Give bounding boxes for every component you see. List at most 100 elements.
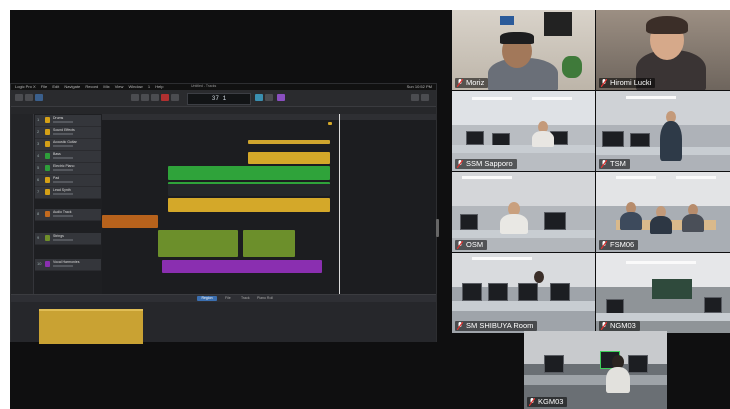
timeline-ruler[interactable] xyxy=(102,114,436,120)
participant-name: OSM xyxy=(466,240,484,249)
library-button[interactable] xyxy=(15,94,23,101)
forward-button[interactable] xyxy=(141,94,149,101)
inspector-button[interactable] xyxy=(25,94,33,101)
record-button[interactable] xyxy=(161,94,169,101)
tab-piano-roll[interactable]: Piano Roll xyxy=(257,296,273,301)
participant-tile[interactable]: Moriz xyxy=(452,10,595,90)
play-button[interactable] xyxy=(171,94,179,101)
track-number: 10 xyxy=(37,261,42,266)
track-header[interactable]: 4 Bass xyxy=(35,151,101,163)
track-number: 8 xyxy=(37,211,40,216)
audio-region[interactable] xyxy=(243,230,295,257)
menu-item[interactable]: Window xyxy=(128,84,142,89)
midi-region[interactable] xyxy=(168,166,330,180)
tracks-header-bar xyxy=(11,107,436,114)
menu-item[interactable]: Logic Pro X xyxy=(15,84,36,89)
participant-nameplate: FSM06 xyxy=(599,240,639,250)
lcd-display: 37 1 xyxy=(187,93,251,105)
monitor xyxy=(602,131,624,147)
audio-region[interactable] xyxy=(158,230,238,257)
monitor xyxy=(462,283,482,301)
track-controls[interactable] xyxy=(53,265,73,267)
menu-item[interactable]: Help xyxy=(155,84,163,89)
participant-tile[interactable]: OSM xyxy=(452,172,595,252)
tab-track[interactable]: Track xyxy=(241,296,250,301)
track-header[interactable]: 6 Pad xyxy=(35,175,101,187)
participant-name: Hiromi Lucki xyxy=(610,78,652,87)
participant-name: FSM06 xyxy=(610,240,635,249)
stop-button[interactable] xyxy=(151,94,159,101)
midi-region[interactable] xyxy=(168,182,330,196)
mic-muted-icon xyxy=(601,79,607,87)
track-number: 1 xyxy=(37,117,40,122)
menu-item[interactable]: Navigate xyxy=(64,84,80,89)
track-header[interactable]: 3 Acoustic Guitar xyxy=(35,139,101,151)
track-color xyxy=(45,261,50,267)
track-controls[interactable] xyxy=(53,133,73,135)
monitor xyxy=(544,355,564,373)
monitor xyxy=(460,214,478,230)
track-controls[interactable] xyxy=(53,169,73,171)
ceiling-light xyxy=(626,261,696,264)
wall-picture xyxy=(500,16,514,25)
menu-item[interactable]: Edit xyxy=(52,84,59,89)
track-name: Bass xyxy=(53,152,61,156)
count-in-button[interactable] xyxy=(277,94,285,101)
track-controls[interactable] xyxy=(53,157,73,159)
tuner-button[interactable] xyxy=(265,94,273,101)
menu-item[interactable]: View xyxy=(115,84,124,89)
track-controls[interactable] xyxy=(53,193,73,195)
track-header[interactable]: 1 Drums xyxy=(35,115,101,127)
participant-tile[interactable]: FSM06 xyxy=(596,172,730,252)
participant-tile[interactable]: KGM03 xyxy=(524,331,667,409)
region-editor[interactable]: Region File Track Piano Roll xyxy=(11,294,436,344)
tab-file[interactable]: File xyxy=(225,296,231,301)
menu-item[interactable]: Record xyxy=(85,84,98,89)
monitor xyxy=(550,283,570,301)
participant-name: Moriz xyxy=(466,78,485,87)
audio-region[interactable] xyxy=(248,152,330,164)
track-header[interactable]: 8 Audio Track xyxy=(35,209,101,221)
track-controls[interactable] xyxy=(53,181,73,183)
track-controls[interactable] xyxy=(53,215,73,217)
cycle-button[interactable] xyxy=(255,94,263,101)
audio-region[interactable] xyxy=(102,215,158,228)
track-controls[interactable] xyxy=(53,239,73,241)
rewind-button[interactable] xyxy=(131,94,139,101)
track-header[interactable]: 5 Electric Piano xyxy=(35,163,101,175)
track-header[interactable]: 7 Lead Synth xyxy=(35,187,101,199)
person-body xyxy=(620,212,642,230)
person-body xyxy=(500,214,528,234)
editor-region[interactable] xyxy=(39,309,143,344)
participant-tile[interactable]: NGM03 xyxy=(596,253,730,333)
midi-region[interactable] xyxy=(162,260,322,273)
track-color xyxy=(45,117,50,123)
shared-screen[interactable]: Logic Pro X File Edit Navigate Record Mi… xyxy=(10,83,437,344)
track-controls[interactable] xyxy=(53,145,73,147)
split-view-handle[interactable] xyxy=(436,219,439,237)
participant-tile[interactable]: SSM Sapporo xyxy=(452,91,595,171)
track-color xyxy=(45,235,50,241)
participant-nameplate: KGM03 xyxy=(527,397,568,407)
menu-item[interactable]: Mix xyxy=(103,84,109,89)
track-controls[interactable] xyxy=(53,121,73,123)
track-header[interactable]: 2 Sound Effects xyxy=(35,127,101,139)
ceiling-light xyxy=(532,97,572,100)
track-header[interactable]: 9 Strings xyxy=(35,233,101,245)
smart-controls-button[interactable] xyxy=(35,94,43,101)
menu-item[interactable]: File xyxy=(41,84,47,89)
track-color xyxy=(45,177,50,183)
audio-region[interactable] xyxy=(328,122,332,125)
participant-tile[interactable]: Hiromi Lucki xyxy=(596,10,730,90)
arrange-area[interactable] xyxy=(102,114,436,294)
participant-tile[interactable]: SM SHIBUYA Room xyxy=(452,253,595,333)
participant-tile[interactable]: TSM xyxy=(596,91,730,171)
menu-item[interactable]: 1 xyxy=(148,84,150,89)
track-header[interactable]: 10 Vocal Harmonies xyxy=(35,259,101,271)
tab-region[interactable]: Region xyxy=(197,296,217,301)
ceiling-light xyxy=(676,176,716,179)
notepad-button[interactable] xyxy=(411,94,419,101)
audio-region[interactable] xyxy=(248,140,330,144)
loops-button[interactable] xyxy=(421,94,429,101)
audio-region[interactable] xyxy=(168,198,330,212)
